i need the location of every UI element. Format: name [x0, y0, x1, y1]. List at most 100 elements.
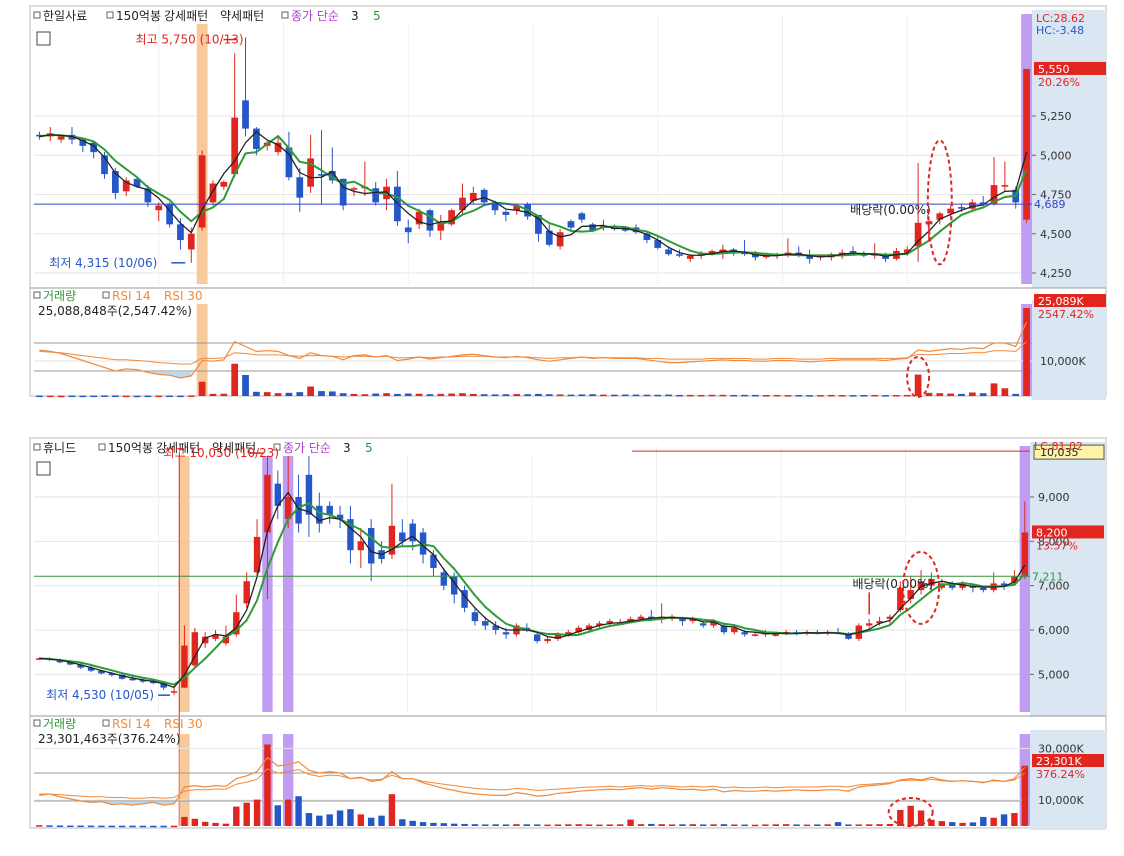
volume-bar-3-33 — [378, 815, 385, 826]
y-tick-label: 6,000 — [1038, 624, 1070, 637]
volume-bar-3-52 — [575, 824, 582, 826]
volume-bar-1-53 — [610, 394, 618, 397]
legend-stock: 한일사료 — [43, 9, 87, 23]
candle-0-17 — [220, 181, 228, 187]
candle-0-49 — [567, 221, 575, 228]
volume-bar-1-46 — [535, 393, 542, 396]
volume-bar-1-84 — [947, 393, 955, 396]
volume-bar-3-79 — [855, 824, 863, 826]
candle-0-34 — [404, 227, 412, 233]
volume-bar-1-37 — [437, 393, 445, 396]
y-tick-label: 5,000 — [1040, 149, 1072, 162]
volume-bar-1-73 — [827, 394, 835, 397]
candle-2-64 — [699, 623, 707, 626]
volume-bar-3-66 — [720, 824, 728, 826]
volume-bar-1-82 — [925, 392, 933, 396]
volume-bar-1-6 — [101, 395, 108, 397]
volume-bar-1-12 — [166, 395, 173, 398]
volume-bar-1-19 — [242, 374, 249, 396]
volume-bar-1-65 — [741, 394, 748, 397]
volume-bar-1-47 — [545, 394, 553, 396]
volume-bar-3-15 — [191, 818, 199, 826]
volume-bar-3-54 — [596, 824, 603, 827]
volume-bar-1-26 — [318, 391, 325, 396]
volume-bar-3-34 — [388, 794, 396, 826]
volume-tag-value: 23,301K — [1036, 755, 1082, 768]
volume-bar-1-89 — [1001, 388, 1009, 396]
volume-bar-1-78 — [882, 395, 889, 397]
volume-bar-3-7 — [108, 825, 116, 828]
volume-bar-3-44 — [492, 824, 499, 826]
highlight-circle — [926, 139, 953, 266]
candle-0-60 — [686, 255, 694, 259]
y-tick-label: 9,000 — [1038, 491, 1070, 504]
volume-bar-3-22 — [264, 744, 271, 826]
volume-bar-1-21 — [263, 392, 271, 396]
candle-0-13 — [177, 224, 184, 241]
volume-bar-3-0 — [35, 825, 43, 827]
last-price-change: 13.57% — [1036, 539, 1078, 552]
candle-0-58 — [665, 249, 672, 255]
candle-2-49 — [544, 638, 551, 642]
annotation-dividend: 배당락(0.00%) — [850, 203, 931, 217]
legend-item_rsi14: RSI 14 — [112, 717, 151, 731]
volume-bar-3-2 — [56, 825, 64, 827]
candle-0-43 — [502, 211, 510, 215]
volume-bar-3-28 — [326, 814, 333, 826]
volume-bar-1-33 — [394, 393, 401, 396]
volume-bar-1-3 — [68, 395, 76, 398]
volume-bar-3-43 — [482, 824, 489, 826]
volume-bar-1-2 — [57, 395, 65, 398]
rsi14-line — [39, 321, 1028, 379]
volume-bar-1-4 — [79, 395, 87, 398]
volume-bar-3-90 — [969, 822, 977, 826]
volume-bar-1-44 — [513, 394, 521, 396]
volume-bar-1-8 — [122, 395, 130, 398]
volume-bar-3-78 — [845, 824, 852, 826]
volume-bar-1-13 — [177, 395, 184, 398]
volume-bar-3-38 — [430, 822, 437, 826]
volume-bar-1-1 — [46, 395, 54, 398]
candle-0-36 — [426, 210, 434, 231]
volume-bar-1-23 — [285, 392, 293, 396]
volume-bar-3-80 — [865, 824, 873, 826]
candle-2-69 — [751, 634, 759, 636]
candle-0-41 — [480, 189, 488, 203]
volume-bar-3-27 — [316, 815, 323, 826]
volume-bar-3-83 — [897, 809, 904, 826]
volume-bar-3-11 — [150, 825, 157, 828]
volume-bar-1-14 — [187, 395, 195, 397]
volume-bar-3-71 — [772, 824, 780, 826]
legend-weak: 약세패턴 — [220, 8, 264, 23]
volume-bar-3-23 — [274, 805, 282, 826]
volume-bar-3-92 — [990, 817, 997, 826]
volume-bar-3-6 — [98, 825, 105, 828]
legend-ma_a: 3 — [343, 441, 351, 455]
volume-bar-3-36 — [409, 820, 416, 826]
volume-bar-3-12 — [160, 825, 167, 828]
volume-bar-1-43 — [502, 394, 510, 396]
volume-bar-3-1 — [46, 825, 53, 827]
legend-item_vol: 거래량 — [43, 717, 76, 731]
volume-bar-1-83 — [936, 393, 944, 396]
volume-bar-3-42 — [471, 824, 479, 826]
last-price-change: 20.26% — [1038, 76, 1080, 89]
y-tick-label: 5,250 — [1040, 110, 1072, 123]
volume-bar-1-27 — [328, 391, 336, 396]
volume-bar-3-94 — [1011, 813, 1018, 826]
legend-ma_a: 3 — [351, 9, 359, 23]
legend-close_simple: 종가 단순 — [283, 441, 331, 455]
candle-0-31 — [372, 188, 380, 203]
candle-2-42 — [471, 612, 479, 622]
candle-0-2 — [57, 136, 65, 140]
candle-2-13 — [170, 691, 178, 693]
y-tick-label: 5,000 — [1038, 668, 1070, 681]
volume-bar-1-58 — [665, 394, 672, 397]
volume-bar-1-70 — [795, 395, 803, 397]
volume-bar-3-19 — [233, 806, 240, 826]
candle-2-58 — [637, 616, 645, 619]
volume-bar-1-69 — [784, 395, 792, 397]
volume-bar-3-93 — [1000, 814, 1008, 826]
legend-close_simple: 종가 단순 — [291, 9, 339, 23]
volume-bar-1-57 — [654, 394, 662, 397]
